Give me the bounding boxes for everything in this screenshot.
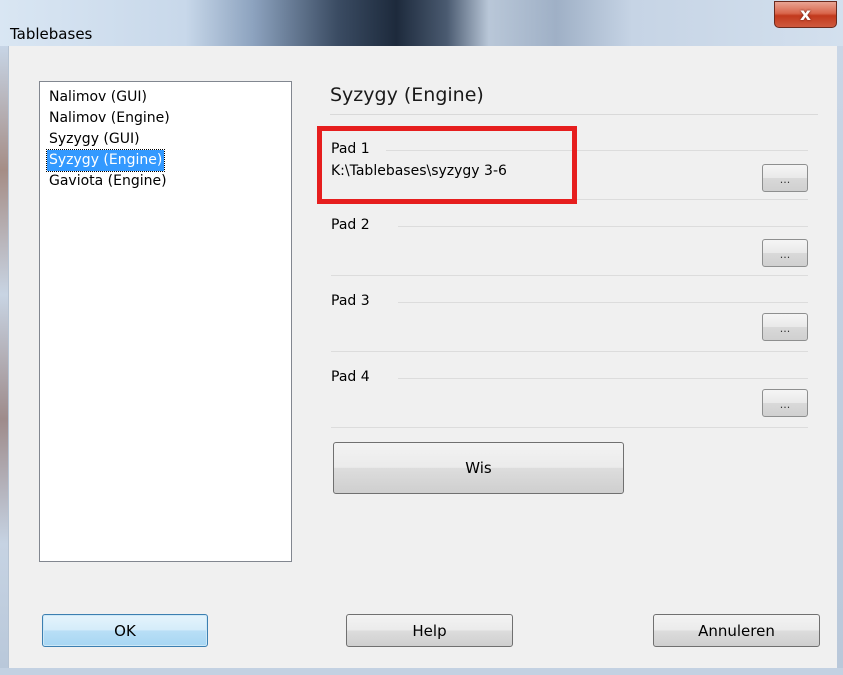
clear-button[interactable]: Wis	[333, 442, 624, 494]
path-2-browse-button[interactable]: ...	[762, 239, 808, 267]
path-1-bottom-line	[331, 199, 808, 200]
path-3-browse-button[interactable]: ...	[762, 313, 808, 341]
path-3-bottom-line	[331, 351, 808, 352]
title-bar[interactable]: Tablebases x	[0, 0, 843, 46]
list-item-nalimov-gui[interactable]: Nalimov (GUI)	[47, 87, 149, 108]
close-button[interactable]: x	[774, 1, 837, 28]
path-1-label: Pad 1	[331, 141, 370, 157]
panel-title: Syzygy (Engine)	[330, 84, 484, 106]
window-border-bottom	[0, 668, 843, 675]
list-item-gaviota-engine[interactable]: Gaviota (Engine)	[47, 171, 169, 192]
path-2-group-line	[398, 226, 808, 227]
path-3-label: Pad 3	[331, 293, 370, 309]
path-4-label: Pad 4	[331, 369, 370, 385]
tablebases-dialog: Tablebases x Nalimov (GUI) Nalimov (Engi…	[0, 0, 843, 675]
path-2-label: Pad 2	[331, 217, 370, 233]
path-4-group-line	[398, 378, 808, 379]
path-4-bottom-line	[331, 427, 808, 428]
list-item-syzygy-gui[interactable]: Syzygy (GUI)	[47, 129, 142, 150]
ok-button[interactable]: OK	[42, 614, 208, 647]
close-icon: x	[800, 4, 811, 25]
path-2-bottom-line	[331, 275, 808, 276]
path-1-browse-button[interactable]: ...	[762, 164, 808, 192]
path-1-group-line	[386, 150, 808, 151]
path-3-group-line	[398, 302, 808, 303]
path-4-browse-button[interactable]: ...	[762, 389, 808, 417]
ellipsis-icon: ...	[779, 322, 791, 335]
title-divider	[330, 114, 818, 115]
tablebase-category-list[interactable]: Nalimov (GUI) Nalimov (Engine) Syzygy (G…	[39, 81, 292, 562]
window-border-left	[0, 46, 8, 668]
ellipsis-icon: ...	[779, 398, 791, 411]
ellipsis-icon: ...	[779, 173, 791, 186]
list-item-syzygy-engine[interactable]: Syzygy (Engine)	[45, 149, 166, 172]
window-title: Tablebases	[10, 25, 93, 43]
help-button[interactable]: Help	[346, 614, 513, 647]
window-border-right	[836, 46, 843, 668]
list-item-nalimov-engine[interactable]: Nalimov (Engine)	[47, 108, 172, 129]
path-1-value[interactable]: K:\Tablebases\syzygy 3-6	[331, 163, 507, 179]
cancel-button[interactable]: Annuleren	[653, 614, 820, 647]
ellipsis-icon: ...	[779, 248, 791, 261]
